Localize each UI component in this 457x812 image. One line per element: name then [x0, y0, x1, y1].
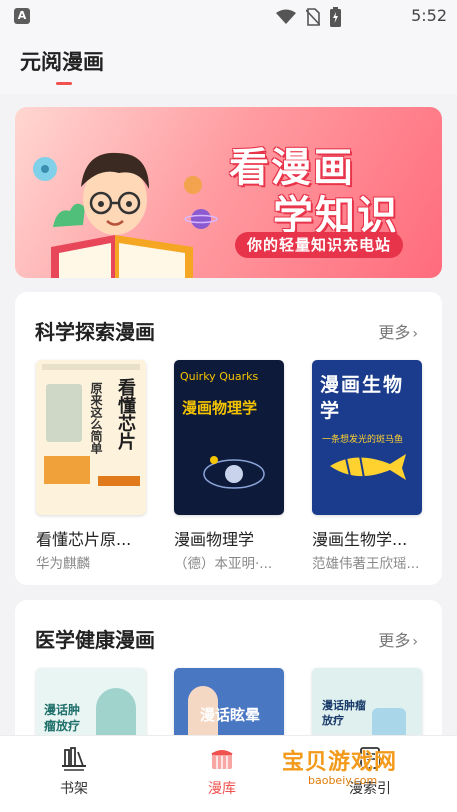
chevron-right-icon: › — [412, 634, 418, 650]
book-title: 看懂芯片原... — [36, 530, 132, 549]
status-bar: A 5:52 — [0, 0, 457, 34]
banner-slogan: 你的轻量知识充电站 — [235, 232, 404, 258]
more-link[interactable]: 更多 › — [378, 319, 418, 343]
bookshelf-icon — [62, 747, 86, 771]
cover-title: 漫画生物学 — [320, 374, 405, 422]
comic-library-icon — [211, 750, 233, 769]
cover-english-title: Quirky Quarks — [180, 370, 259, 383]
app-header: 元阅漫画 — [0, 34, 457, 94]
more-label: 更多 — [378, 631, 411, 650]
no-sim-icon — [306, 8, 320, 26]
more-label: 更多 — [378, 323, 411, 342]
book-title: 漫画物理学 — [174, 530, 255, 549]
banner-illustration — [33, 152, 218, 278]
book-author: 范雄伟著王欣瑶... — [312, 556, 420, 572]
title-underline — [56, 82, 72, 85]
book-author: 华为麒麟 — [36, 556, 90, 572]
wifi-icon — [276, 9, 296, 24]
cover-title: 漫话眩晕 — [200, 706, 261, 724]
cover-subtitle: 一条想发光的斑马鱼 — [322, 435, 404, 445]
book-card[interactable]: 漫画生物学 一条想发光的斑马鱼 漫画生物学... 范雄伟著王欣瑶... — [312, 360, 422, 572]
book-cover: 看懂芯片 原来这么简单 — [36, 360, 146, 515]
book-card[interactable]: 看懂芯片 原来这么简单 看懂芯片原... 华为麒麟 — [36, 360, 146, 572]
watermark-url: baobeiy.com — [308, 774, 378, 787]
cover-title: 漫画物理学 — [182, 399, 258, 417]
book-cover: Quirky Quarks 漫画物理学 — [174, 360, 284, 515]
nav-item-bookshelf[interactable]: 书架 — [34, 744, 114, 798]
section-title: 医学健康漫画 — [35, 628, 155, 652]
nav-item-comic-library[interactable]: 漫库 — [182, 744, 262, 798]
section-title: 科学探索漫画 — [35, 320, 155, 344]
chevron-right-icon: › — [412, 326, 418, 342]
cover-title: 漫话肿瘤放疗 — [44, 703, 81, 733]
clock: 5:52 — [411, 6, 447, 25]
book-author: （德）本亚明·... — [174, 556, 273, 572]
watermark-text: 宝贝游戏网 — [282, 750, 398, 775]
page-title: 元阅漫画 — [20, 50, 104, 74]
section-science: 科学探索漫画 更多 › 看懂芯片 原来这么简单 看懂芯片原... 华为麒麟 Qui… — [15, 292, 442, 585]
more-link[interactable]: 更多 › — [378, 627, 418, 651]
nav-label: 漫库 — [208, 781, 236, 797]
book-title: 漫画生物学... — [312, 530, 408, 549]
cover-subtitle: 原来这么简单 — [89, 382, 103, 454]
promo-banner[interactable]: 看漫画 学知识 你的轻量知识充电站 — [15, 107, 442, 278]
book-cover: 漫画生物学 一条想发光的斑马鱼 — [312, 360, 422, 515]
status-icons — [276, 7, 341, 27]
nav-label: 书架 — [60, 781, 88, 797]
app-notification-icon: A — [14, 8, 30, 24]
battery-charging-icon — [330, 7, 341, 27]
cover-title: 看懂芯片 — [115, 378, 136, 450]
cover-title: 漫话肿瘤放疗 — [322, 699, 366, 727]
book-card[interactable]: Quirky Quarks 漫画物理学 漫画物理学 （德）本亚明·... — [174, 360, 284, 572]
site-watermark: 宝贝游戏网 baobeiy.com — [282, 744, 442, 804]
